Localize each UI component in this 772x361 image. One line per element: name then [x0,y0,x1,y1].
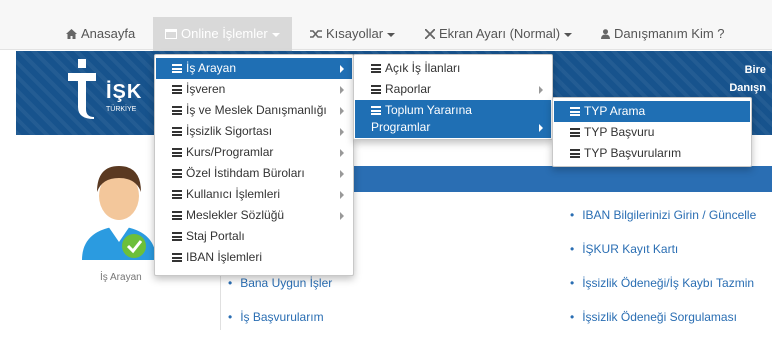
nav-danismanim[interactable]: Danışmanım Kim ? [601,17,725,51]
list-icon [371,64,381,73]
list-icon [570,107,580,116]
nav-ekran-ayari[interactable]: Ekran Ayarı (Normal) [424,17,573,52]
menu-item-typ-basvurularim[interactable]: TYP Başvurularım [554,143,750,164]
chevron-right-icon [340,170,344,178]
menu-item-typ-arama[interactable]: TYP Arama [554,101,750,122]
list-icon [172,127,182,136]
avatar [82,166,156,260]
list-icon [172,190,182,199]
list-icon [371,85,381,94]
window-icon [165,18,177,52]
chevron-right-icon [340,107,344,115]
chevron-right-icon [340,86,344,94]
typ-submenu: TYP Arama TYP Başvuru TYP Başvurularım [552,97,752,167]
list-icon [172,106,182,115]
nav-home[interactable]: Anasayfa [66,17,135,51]
menu-item-ozel-istihdam-burolari[interactable]: Özel İstihdam Büroları [156,163,352,184]
chevron-right-icon [539,124,543,132]
chevron-right-icon [340,149,344,157]
chevron-right-icon [340,128,344,136]
nav-kisayollar[interactable]: Kısayollar [310,17,396,52]
shuffle-icon [310,18,322,52]
menu-item-toplum-yararina-programlar[interactable]: Toplum Yararına Programlar [355,100,551,138]
iskur-logo-icon [68,59,96,119]
link-issizlik-odenegi-sorgulama[interactable]: • İşsizlik Ödeneği Sorgulaması [570,310,737,324]
menu-item-acik-is-ilanlari[interactable]: Açık İş İlanları [355,58,551,79]
link-iskur-kayit-karti[interactable]: • İŞKUR Kayıt Kartı [570,242,678,256]
chevron-right-icon [340,212,344,220]
menu-item-is-ve-meslek-danismanligi[interactable]: İş ve Meslek Danışmanlığı [156,100,352,121]
list-icon [172,85,182,94]
logo-subtext: TÜRKİYE [106,106,137,113]
list-icon [172,253,182,262]
chevron-down-icon [271,32,280,37]
menu-item-kullanici-islemleri[interactable]: Kullanıcı İşlemleri [156,184,352,205]
list-icon [570,128,580,137]
banner-right-text-1: Bire [744,64,766,76]
nav-online-islemler[interactable]: Online İşlemler [153,17,292,51]
list-icon [371,106,381,115]
chevron-down-icon [387,32,396,37]
resize-icon [424,18,436,52]
online-islemler-dropdown: İş Arayan İşveren İş ve Meslek Danışmanl… [154,54,354,276]
user-icon [601,18,610,52]
chevron-right-icon [340,65,344,73]
avatar-label: İş Arayan [100,272,142,283]
chevron-down-icon [564,32,573,37]
list-icon [172,232,182,241]
menu-item-is-arayan[interactable]: İş Arayan [156,58,352,79]
home-icon [66,18,77,52]
link-iban-bilgileri[interactable]: • IBAN Bilgilerinizi Girin / Güncelle [570,208,756,222]
menu-item-isveren[interactable]: İşveren [156,79,352,100]
list-icon [570,149,580,158]
banner-right-text-2: Danışn [729,82,766,94]
menu-item-typ-basvuru[interactable]: TYP Başvuru [554,122,750,143]
list-icon [172,211,182,220]
is-arayan-submenu: Açık İş İlanları Raporlar Toplum Yararın… [353,54,553,140]
top-navbar: Anasayfa Online İşlemler Kısayollar Ekra… [0,0,772,52]
logo-text: İŞK [106,81,143,103]
chevron-right-icon [539,86,543,94]
menu-item-raporlar[interactable]: Raporlar [355,79,551,100]
list-icon [172,169,182,178]
menu-item-meslekler-sozlugu[interactable]: Meslekler Sözlüğü [156,205,352,226]
list-icon [172,148,182,157]
menu-item-kurs-programlar[interactable]: Kurs/Programlar [156,142,352,163]
link-issizlik-odenegi[interactable]: • İşsizlik Ödeneği/İş Kaybı Tazmin [570,276,754,290]
chevron-right-icon [340,191,344,199]
menu-item-staj-portali[interactable]: Staj Portalı [156,226,352,247]
menu-item-iban-islemleri[interactable]: IBAN İşlemleri [156,247,352,268]
link-bana-uygun-isler[interactable]: • Bana Uygun İşler [228,276,332,290]
menu-item-issizlik-sigortasi[interactable]: İşsizlik Sigortası [156,121,352,142]
list-icon [172,64,182,73]
link-is-basvurularim[interactable]: • İş Başvurularım [228,310,324,324]
